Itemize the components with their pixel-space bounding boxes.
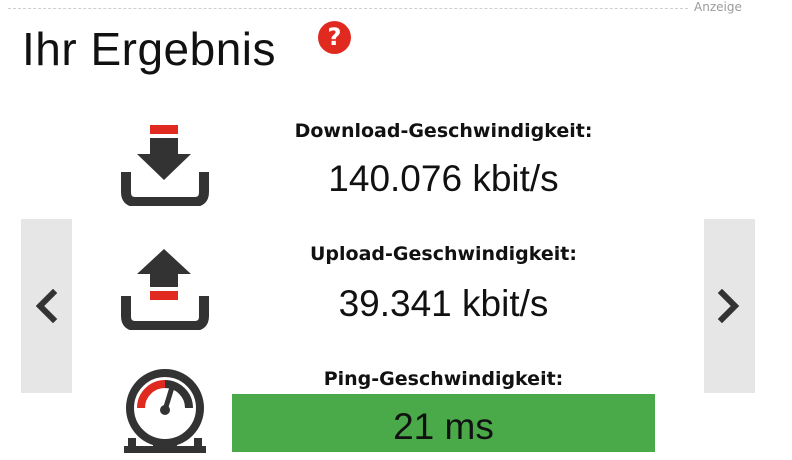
ad-label: Anzeige <box>694 0 742 14</box>
download-icon <box>121 125 209 206</box>
ping-speed-value: 21 ms <box>393 406 494 447</box>
upload-speed-label: Upload-Geschwindigkeit: <box>310 243 577 265</box>
page-title: Ihr Ergebnis <box>22 23 277 75</box>
ping-speed-label: Ping-Geschwindigkeit: <box>323 368 564 390</box>
upload-speed-value: 39.341 kbit/s <box>338 283 549 324</box>
chevron-left-icon <box>35 289 58 323</box>
download-speed-value: 140.076 kbit/s <box>328 158 559 199</box>
speedtest-result-panel: Anzeige Ihr Ergebnis ? Download-Geschwin… <box>0 0 792 460</box>
ad-divider <box>8 8 688 9</box>
gauge-icon <box>124 369 206 453</box>
chevron-right-icon <box>717 289 740 323</box>
download-speed-label: Download-Geschwindigkeit: <box>294 120 593 142</box>
carousel-next-button[interactable] <box>704 219 755 393</box>
ping-status-bar: 21 ms <box>232 394 655 452</box>
upload-icon <box>121 249 209 330</box>
carousel-prev-button[interactable] <box>21 219 72 393</box>
help-icon[interactable]: ? <box>318 21 351 54</box>
